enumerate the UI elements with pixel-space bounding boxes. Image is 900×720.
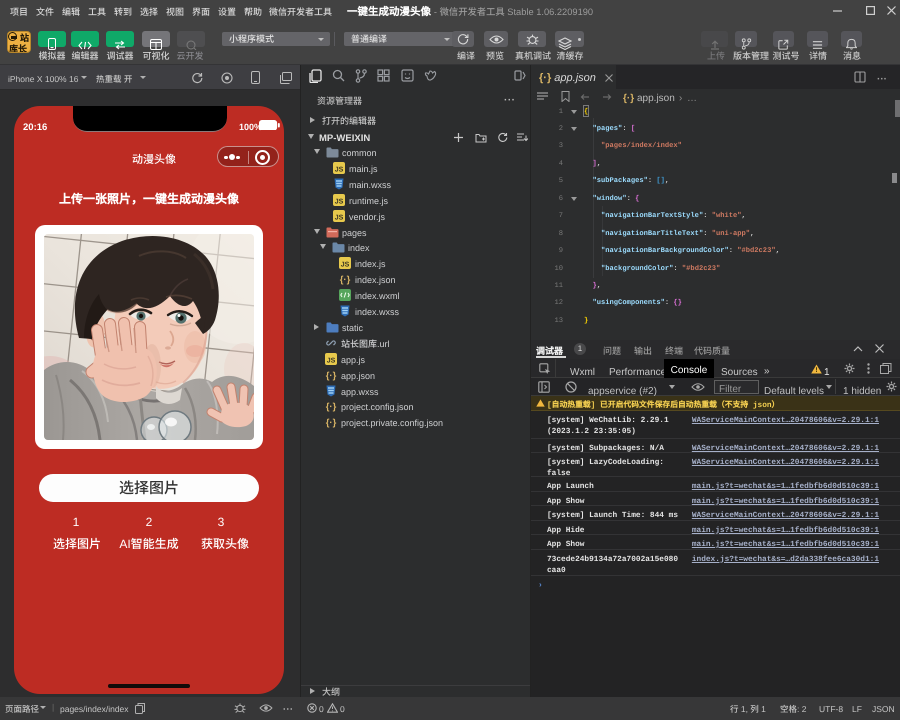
svg-text:{·}: {·} [340,273,351,285]
svg-text:JS: JS [335,212,344,222]
svg-text:{·}: {·} [326,400,337,412]
svg-text:JS: JS [335,164,344,174]
svg-text:{·}: {·} [326,416,337,428]
svg-text:JS: JS [341,260,350,270]
svg-text:JS: JS [327,355,336,365]
svg-text:JS: JS [335,196,344,206]
svg-text:!: ! [815,365,817,374]
svg-text:{·}: {·} [326,369,337,381]
